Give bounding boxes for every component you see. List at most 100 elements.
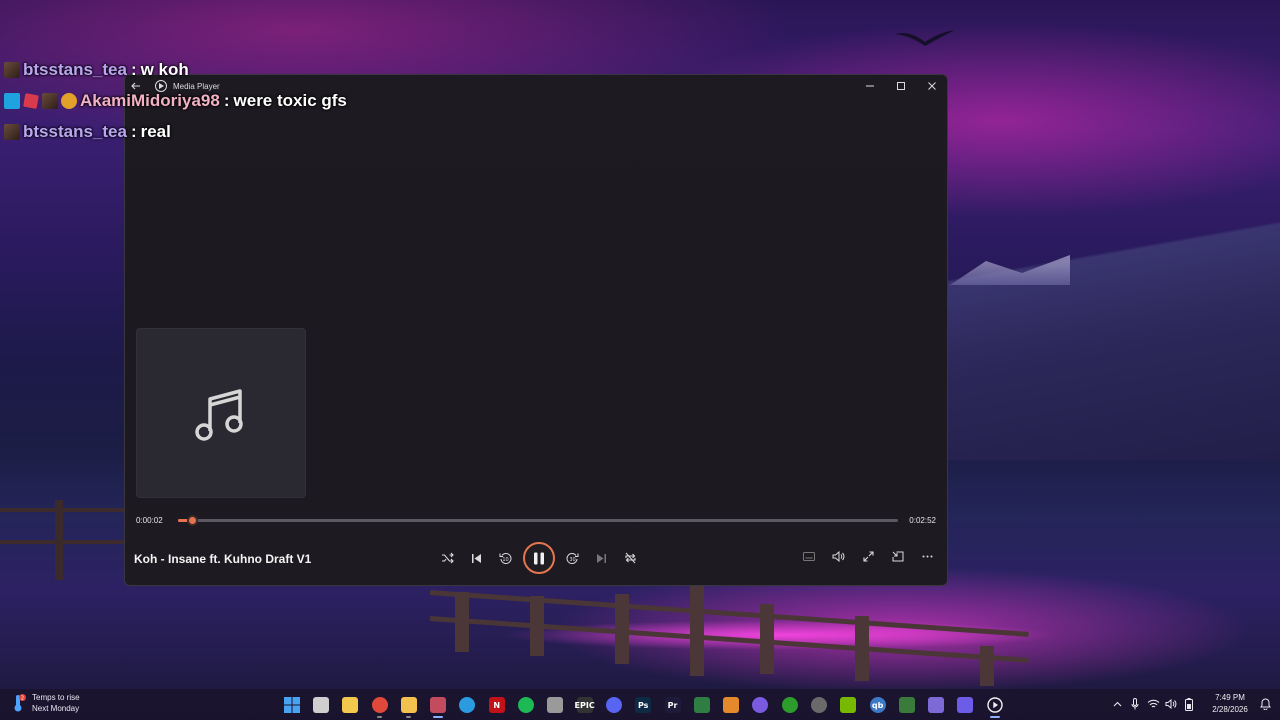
- secondary-controls: [795, 542, 943, 571]
- taskbar-app[interactable]: [951, 692, 980, 718]
- badge-icon: [4, 92, 20, 109]
- notes-icon: [928, 697, 945, 713]
- rewind-10-button[interactable]: 10: [491, 544, 520, 573]
- netflix-icon: N: [488, 697, 505, 713]
- previous-icon: [472, 553, 481, 563]
- pause-button[interactable]: [523, 542, 555, 574]
- chat-message: btsstans_tea : w koh: [4, 54, 347, 85]
- speaker-icon[interactable]: [1162, 692, 1180, 716]
- seek-bar[interactable]: [178, 515, 898, 526]
- badge-icon: [4, 61, 20, 78]
- weather-badge: 2: [21, 695, 24, 701]
- taskbar-app[interactable]: [980, 692, 1009, 718]
- repeat-icon: [625, 552, 636, 564]
- epic-games-icon: EPIC: [575, 697, 595, 713]
- rewind-10-icon: 10: [499, 552, 512, 564]
- chat-text: real: [140, 121, 171, 141]
- taskbar-app[interactable]: [511, 692, 540, 718]
- next-icon: [597, 553, 606, 563]
- elapsed-time: 0:00:02: [136, 516, 163, 525]
- shuffle-icon: [442, 552, 454, 564]
- taskbar-app[interactable]: [394, 692, 423, 718]
- forward-30-icon: 30: [566, 552, 579, 564]
- more-options-button[interactable]: [913, 542, 943, 571]
- taskbar-app[interactable]: [922, 692, 951, 718]
- system-tray: 7:49 PM 2/28/2026: [1108, 692, 1272, 716]
- video-app-icon: [957, 697, 974, 713]
- previous-button[interactable]: [462, 544, 491, 573]
- premiere-icon: Pr: [664, 697, 681, 713]
- chat-username[interactable]: btsstans_tea: [23, 60, 127, 80]
- spotify-icon: [518, 697, 535, 713]
- chat-separator: :: [130, 121, 137, 141]
- taskbar-app[interactable]: [423, 692, 452, 718]
- taskbar-app[interactable]: Ps: [629, 692, 658, 718]
- xbox-icon: [781, 697, 798, 713]
- chat-overlay: btsstans_tea : w koh AkamiMidoriya98 : w…: [4, 54, 347, 147]
- mini-player-button[interactable]: [883, 542, 913, 571]
- microphone-icon[interactable]: [1126, 692, 1144, 716]
- repeat-button[interactable]: [616, 544, 645, 573]
- nvidia-icon: [840, 697, 857, 713]
- album-art: [136, 328, 306, 498]
- close-button[interactable]: [916, 75, 947, 97]
- chevron-up-icon[interactable]: [1108, 692, 1126, 716]
- edge-icon: [459, 697, 476, 713]
- taskbar-app[interactable]: [834, 692, 863, 718]
- captions-icon: [803, 552, 816, 561]
- clock[interactable]: 7:49 PM 2/28/2026: [1206, 692, 1254, 716]
- taskbar-app[interactable]: N: [482, 692, 511, 718]
- maximize-button[interactable]: [885, 75, 916, 97]
- stats-icon: [693, 697, 710, 713]
- taskbar-app[interactable]: [892, 692, 921, 718]
- chat-username[interactable]: AkamiMidoriya98: [80, 91, 220, 111]
- taskbar-apps: N EPIC Ps Pr qb: [277, 692, 1009, 718]
- taskbar-app[interactable]: [804, 692, 833, 718]
- weather-subline: Next Monday: [32, 704, 80, 713]
- minimize-button[interactable]: [854, 75, 885, 97]
- steam-icon: [430, 697, 447, 713]
- window-controls: [854, 75, 947, 97]
- taskbar-app[interactable]: [716, 692, 745, 718]
- taskbar-app[interactable]: qb: [863, 692, 892, 718]
- shuffle-button[interactable]: [433, 544, 462, 573]
- volume-button[interactable]: [824, 542, 854, 571]
- captions-button[interactable]: [795, 542, 825, 571]
- svg-text:30: 30: [569, 557, 575, 563]
- minimize-icon: [865, 85, 874, 87]
- taskbar-app[interactable]: [687, 692, 716, 718]
- badge-icon: [42, 92, 58, 109]
- fullscreen-button[interactable]: [854, 542, 884, 571]
- seek-thumb[interactable]: [186, 515, 198, 526]
- taskbar-app[interactable]: [277, 692, 306, 718]
- chat-separator: :: [130, 59, 137, 79]
- taskbar-app[interactable]: [746, 692, 775, 718]
- taskbar-app[interactable]: [453, 692, 482, 718]
- more-options-icon: [922, 555, 933, 558]
- taskbar-app[interactable]: Pr: [658, 692, 687, 718]
- weather-widget[interactable]: 2 Temps to rise Next Monday: [12, 692, 80, 714]
- fence-left: [0, 500, 124, 590]
- taskbar-app[interactable]: EPIC: [570, 692, 599, 718]
- taskbar-app[interactable]: [775, 692, 804, 718]
- mountain-scenery: [948, 200, 1280, 460]
- taskbar: 2 Temps to rise Next Monday N EPIC Ps Pr qb …: [0, 689, 1280, 720]
- media-player-icon: [987, 697, 1003, 713]
- next-button[interactable]: [587, 544, 616, 573]
- clock-date: 2/28/2026: [1212, 705, 1248, 714]
- taskbar-app[interactable]: [336, 692, 365, 718]
- wifi-icon[interactable]: [1144, 692, 1162, 716]
- chat-username[interactable]: btsstans_tea: [23, 122, 127, 142]
- taskbar-app[interactable]: [541, 692, 570, 718]
- taskbar-app[interactable]: [365, 692, 394, 718]
- taskbar-app[interactable]: [306, 692, 335, 718]
- notification-bell-icon[interactable]: [1258, 692, 1272, 716]
- task-view-icon: [312, 697, 329, 713]
- forward-30-button[interactable]: 30: [558, 544, 587, 573]
- discord-icon: [605, 697, 622, 713]
- track-title: Koh - Insane ft. Kuhno Draft V1: [134, 552, 312, 566]
- taskbar-app[interactable]: [599, 692, 628, 718]
- close-icon: [927, 82, 936, 90]
- fullscreen-icon: [863, 551, 874, 562]
- battery-icon[interactable]: [1180, 692, 1198, 716]
